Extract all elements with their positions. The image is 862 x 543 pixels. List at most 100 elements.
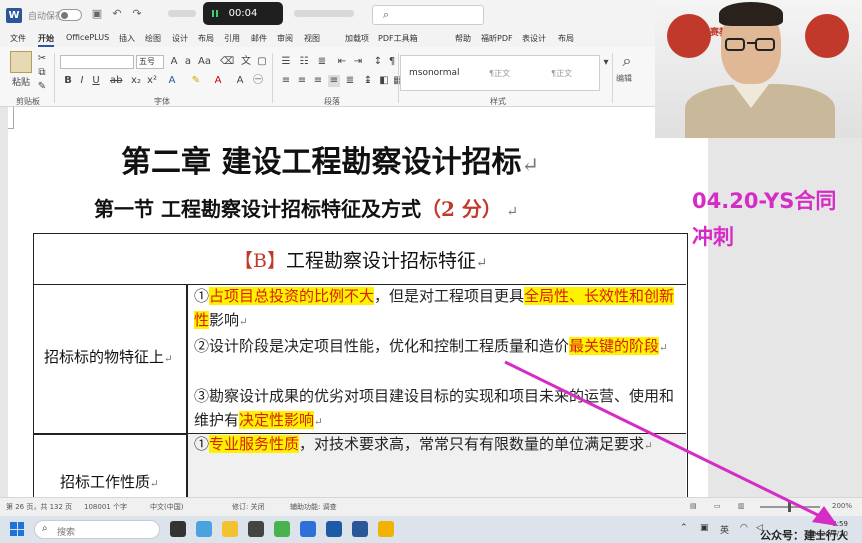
table-item-2: ②设计阶段是决定项目性能，优化和控制工程质量和造价最关键的阶段↵ [194, 334, 684, 360]
bold-icon[interactable]: B [62, 75, 74, 87]
tab-design[interactable]: 设计 [172, 33, 188, 44]
word-count[interactable]: 108001 个字 [84, 502, 127, 512]
bullets-icon[interactable]: ☰ [280, 56, 292, 68]
grow-font-icon[interactable]: A [168, 56, 180, 68]
print-layout-icon[interactable]: ▭ [714, 502, 721, 510]
format-painter-icon[interactable]: ✎ [36, 81, 48, 93]
style-normal[interactable]: ¶正文 [489, 68, 510, 79]
superscript-icon[interactable]: x² [146, 75, 158, 87]
tab-layout[interactable]: 布局 [198, 33, 214, 44]
tab-view[interactable]: 视图 [304, 33, 320, 44]
zoom-level[interactable]: 200% [832, 502, 852, 510]
taskbar-search[interactable]: ⌕ 搜索 [34, 520, 160, 539]
wechat-icon[interactable] [274, 521, 290, 537]
word-taskbar-icon[interactable] [352, 521, 368, 537]
sort-icon[interactable]: ↕ [372, 56, 384, 68]
tab-table-design[interactable]: 表设计 [522, 33, 546, 44]
char-shading-icon[interactable]: A [234, 75, 246, 87]
paste-icon[interactable] [10, 51, 32, 73]
text-effects-icon[interactable]: A [166, 75, 178, 87]
pause-icon[interactable] [212, 10, 218, 17]
decrease-indent-icon[interactable]: ⇤ [336, 56, 348, 68]
tab-draw[interactable]: 绘图 [145, 33, 161, 44]
tab-mailings[interactable]: 邮件 [251, 33, 267, 44]
distribute-icon[interactable]: ≣ [344, 75, 356, 87]
align-left-icon[interactable]: ≡ [280, 75, 292, 87]
editing-button[interactable]: 编辑 [616, 73, 632, 84]
show-marks-icon[interactable]: ¶ [386, 56, 398, 68]
tab-pdf-toolbox[interactable]: PDF工具箱 [378, 33, 418, 44]
align-right-icon[interactable]: ≡ [312, 75, 324, 87]
phonetic-icon[interactable]: 文 [240, 56, 252, 68]
font-size-select[interactable]: 五号 [136, 55, 164, 69]
tab-references[interactable]: 引用 [224, 33, 240, 44]
file-explorer-icon[interactable] [222, 521, 238, 537]
ribbon-search[interactable]: ⌕ [372, 5, 484, 25]
app-icon[interactable] [326, 521, 342, 537]
shading-icon[interactable]: ◧ [378, 75, 390, 87]
shrink-font-icon[interactable]: a [182, 56, 194, 68]
zoom-slider[interactable] [760, 502, 820, 512]
increase-indent-icon[interactable]: ⇥ [352, 56, 364, 68]
redo-icon[interactable]: ↷ [130, 7, 144, 21]
subscript-icon[interactable]: x₂ [130, 75, 142, 87]
app-icon[interactable] [248, 521, 264, 537]
cut-icon[interactable]: ✂ [36, 53, 48, 65]
justify-icon[interactable]: ≡ [328, 75, 340, 87]
char-border-icon[interactable]: ▢ [256, 56, 268, 68]
font-color-icon[interactable]: A [212, 75, 224, 87]
tab-table-layout[interactable]: 布局 [558, 33, 574, 44]
header-text: 工程勘察设计招标特征 [285, 250, 476, 272]
page-count[interactable]: 第 26 页，共 132 页 [6, 502, 72, 512]
copy-icon[interactable]: ⧉ [36, 67, 48, 79]
numbering-icon[interactable]: ☷ [298, 56, 310, 68]
style-msonormal[interactable]: msonormal [409, 68, 460, 78]
tab-insert[interactable]: 插入 [119, 33, 135, 44]
line-spacing-icon[interactable]: ↨ [362, 75, 374, 87]
web-layout-icon[interactable]: ▥ [738, 502, 745, 510]
tab-officeplus[interactable]: OfficePLUS [66, 33, 109, 42]
tab-addins[interactable]: 加载项 [345, 33, 369, 44]
styles-gallery[interactable]: msonormal ¶正文 ¶正文 [400, 55, 600, 91]
enclose-char-icon[interactable]: ㊀ [252, 75, 264, 87]
track-changes[interactable]: 修订: 关闭 [232, 502, 265, 512]
windows-start-icon[interactable] [10, 522, 24, 536]
tab-help[interactable]: 帮助 [455, 33, 471, 44]
save-icon[interactable]: ▣ [90, 7, 104, 21]
app-icon[interactable] [300, 521, 316, 537]
paragraph-mark: ↵ [521, 153, 540, 177]
styles-scroll-icon[interactable]: ▾ [600, 57, 612, 69]
language[interactable]: 中文(中国) [150, 502, 183, 512]
underline-icon[interactable]: U [90, 75, 102, 87]
document-page[interactable]: 第二章 建设工程勘察设计招标↵ 第一节 工程勘察设计招标特征及方式（2 分） ↵… [8, 107, 708, 515]
highlight-icon[interactable]: ✎ [190, 75, 202, 87]
paste-button[interactable]: 粘贴 [12, 75, 30, 88]
edge-icon[interactable] [196, 521, 212, 537]
tray-chevron-icon[interactable]: ⌃ [680, 523, 688, 533]
ime-indicator[interactable]: 英 [720, 523, 729, 536]
wifi-icon[interactable]: ◠ [740, 523, 748, 533]
read-mode-icon[interactable]: ▤ [690, 502, 697, 510]
multilevel-icon[interactable]: ≣ [316, 56, 328, 68]
italic-icon[interactable]: I [76, 75, 88, 87]
network-icon[interactable]: ▣ [700, 523, 709, 533]
change-case-icon[interactable]: Aa [198, 56, 211, 68]
group-label-font: 字体 [154, 97, 170, 106]
font-family-select[interactable] [60, 55, 134, 69]
app-icon[interactable] [378, 521, 394, 537]
undo-icon[interactable]: ↶ [110, 7, 124, 21]
accessibility[interactable]: 辅助功能: 调查 [290, 502, 337, 512]
tab-file[interactable]: 文件 [10, 33, 26, 44]
align-center-icon[interactable]: ≡ [296, 75, 308, 87]
table-item-1: ①占项目总投资的比例不大，但是对工程项目更具全局性、长效性和创新性影响↵ [194, 284, 684, 334]
style-normal-2[interactable]: ¶正文 [551, 68, 572, 79]
find-icon[interactable]: ⌕ [618, 53, 636, 73]
autosave-toggle[interactable] [58, 9, 82, 21]
tab-foxit-pdf[interactable]: 福昕PDF [481, 33, 513, 44]
strikethrough-icon[interactable]: ab [110, 75, 122, 87]
divider [398, 53, 399, 103]
tab-review[interactable]: 审阅 [277, 33, 293, 44]
tab-home[interactable]: 开始 [38, 33, 54, 47]
clear-format-icon[interactable]: ⌫ [220, 56, 234, 68]
task-view-icon[interactable] [170, 521, 186, 537]
